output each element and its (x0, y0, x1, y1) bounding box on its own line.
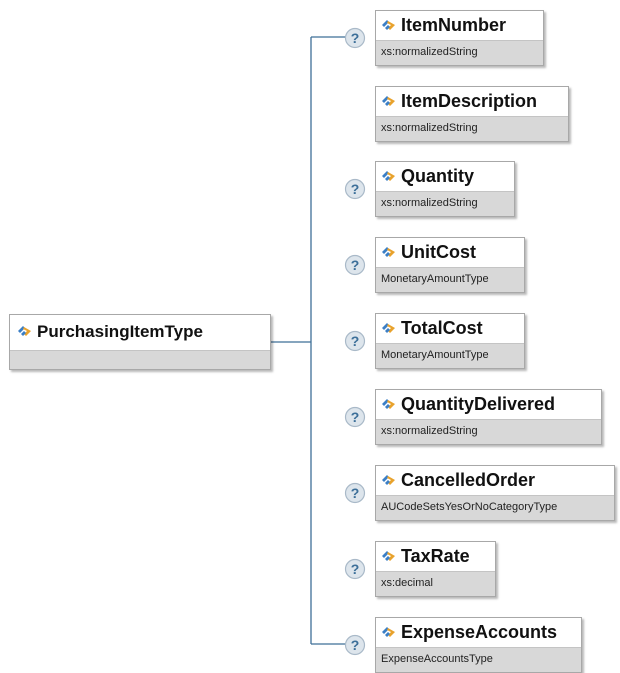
element-node-totalcost[interactable]: TotalCost MonetaryAmountType (375, 313, 525, 369)
element-type: ExpenseAccountsType (376, 647, 581, 672)
root-node-type (10, 350, 270, 369)
root-node[interactable]: PurchasingItemType (9, 314, 271, 370)
optional-question-icon: ? (344, 634, 366, 656)
element-name: QuantityDelivered (401, 394, 556, 414)
svg-text:?: ? (351, 257, 360, 273)
element-node-quantitydelivered[interactable]: QuantityDelivered xs:normalizedString (375, 389, 602, 445)
svg-text:?: ? (351, 333, 360, 349)
element-node-header: ItemDescription (376, 87, 568, 117)
element-node-quantity[interactable]: Quantity xs:normalizedString (375, 161, 515, 217)
svg-text:?: ? (351, 485, 360, 501)
optional-question-icon: ? (344, 558, 366, 580)
svg-text:?: ? (351, 30, 360, 46)
element-node-unitcost[interactable]: UnitCost MonetaryAmountType (375, 237, 525, 293)
optional-question-icon: ? (344, 406, 366, 428)
svg-text:?: ? (351, 181, 360, 197)
element-name: ItemDescription (401, 91, 538, 111)
element-type: MonetaryAmountType (376, 343, 524, 368)
element-node-itemnumber[interactable]: ItemNumber xs:normalizedString (375, 10, 544, 66)
element-type: MonetaryAmountType (376, 267, 524, 292)
element-name: CancelledOrder (401, 470, 536, 490)
element-node-header: ExpenseAccounts (376, 618, 581, 648)
optional-question-icon: ? (344, 482, 366, 504)
element-type: xs:decimal (376, 571, 495, 596)
optional-question-icon: ? (344, 254, 366, 276)
optional-question-icon: ? (344, 330, 366, 352)
element-node-header: QuantityDelivered (376, 390, 601, 420)
element-icon (382, 399, 395, 409)
element-node-header: UnitCost (376, 238, 524, 268)
schema-diagram: PurchasingItemType ? ItemNumber xs:normali… (0, 0, 620, 673)
element-node-header: ItemNumber (376, 11, 543, 41)
element-icon (382, 96, 395, 106)
svg-text:?: ? (351, 637, 360, 653)
optional-question-icon: ? (344, 27, 366, 49)
element-icon (382, 323, 395, 333)
element-node-expenseaccounts[interactable]: ExpenseAccounts ExpenseAccountsType (375, 617, 582, 673)
element-icon (382, 20, 395, 30)
element-icon (382, 475, 395, 485)
element-node-header: Quantity (376, 162, 514, 192)
element-type: xs:normalizedString (376, 191, 514, 216)
element-node-header: TaxRate (376, 542, 495, 572)
element-icon (382, 247, 395, 257)
element-icon (382, 627, 395, 637)
element-type: AUCodeSetsYesOrNoCategoryType (376, 495, 614, 520)
element-node-header: CancelledOrder (376, 466, 614, 496)
root-node-header: PurchasingItemType (10, 315, 270, 345)
element-node-header: TotalCost (376, 314, 524, 344)
svg-text:?: ? (351, 409, 360, 425)
element-name: ItemNumber (401, 15, 507, 35)
element-name: UnitCost (401, 242, 476, 262)
element-icon (18, 326, 31, 336)
element-type: xs:normalizedString (376, 40, 543, 65)
element-name: ExpenseAccounts (401, 622, 558, 642)
optional-question-icon: ? (344, 178, 366, 200)
element-icon (382, 171, 395, 181)
element-node-itemdescription[interactable]: ItemDescription xs:normalizedString (375, 86, 569, 142)
element-node-taxrate[interactable]: TaxRate xs:decimal (375, 541, 496, 597)
element-name: TotalCost (401, 318, 483, 338)
element-node-cancelledorder[interactable]: CancelledOrder AUCodeSetsYesOrNoCategoryT… (375, 465, 615, 521)
element-type: xs:normalizedString (376, 116, 568, 141)
root-node-name: PurchasingItemType (37, 322, 203, 341)
element-name: Quantity (401, 166, 475, 186)
element-icon (382, 551, 395, 561)
element-name: TaxRate (401, 546, 470, 566)
element-type: xs:normalizedString (376, 419, 601, 444)
svg-text:?: ? (351, 561, 360, 577)
